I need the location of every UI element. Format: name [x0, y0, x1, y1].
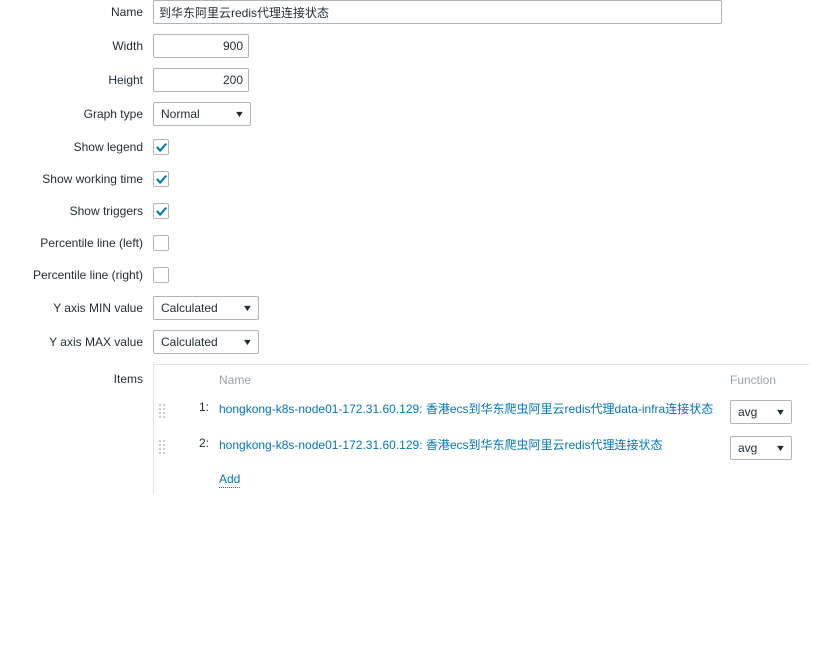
items-table-head: Name Function	[154, 365, 809, 394]
field-row-width: Width	[0, 34, 822, 58]
item-function-select[interactable]: avg ▼	[730, 436, 792, 460]
label-width: Width	[112, 39, 143, 53]
field-width	[153, 34, 822, 58]
field-row-name: Name	[0, 0, 822, 24]
field-show-triggers	[153, 200, 822, 220]
show-working-time-checkbox[interactable]	[153, 171, 169, 187]
chevron-down-icon: ▼	[241, 302, 254, 313]
items-header-handle	[154, 365, 180, 394]
field-percentile-left	[153, 232, 822, 254]
graph-configuration-form: Name Width Height Graph type Normal ▼ Sh…	[0, 0, 822, 494]
item-name-cell: hongkong-k8s-node01-172.31.60.129: 香港ecs…	[214, 430, 725, 466]
items-header-name: Name	[219, 373, 252, 387]
field-name	[153, 0, 822, 24]
items-header-num	[180, 365, 214, 394]
label-y-axis-min: Y axis MIN value	[53, 301, 143, 315]
show-triggers-checkbox[interactable]	[153, 203, 169, 219]
drag-handle-icon[interactable]	[159, 440, 169, 454]
field-row-y-axis-min: Y axis MIN value Calculated ▼	[0, 296, 822, 320]
check-icon	[155, 174, 167, 184]
items-table: Name Function 1: hongkong-k8s-node01-172…	[154, 365, 809, 494]
field-row-percentile-right: Percentile line (right)	[0, 264, 822, 286]
y-axis-max-value: Calculated	[161, 335, 218, 349]
chevron-down-icon: ▼	[774, 406, 787, 417]
label-name: Name	[110, 5, 143, 19]
field-row-percentile-left: Percentile line (left)	[0, 232, 822, 254]
label-show-legend: Show legend	[73, 140, 143, 154]
item-index: 1:	[198, 400, 209, 414]
table-row: 2: hongkong-k8s-node01-172.31.60.129: 香港…	[154, 430, 809, 466]
label-show-working-time: Show working time	[42, 172, 143, 186]
chevron-down-icon: ▼	[774, 442, 787, 453]
add-item-link[interactable]: Add	[219, 472, 241, 488]
graph-type-select[interactable]: Normal ▼	[153, 102, 251, 126]
field-row-graph-type: Graph type Normal ▼	[0, 102, 822, 126]
item-function-value: avg	[738, 441, 758, 455]
field-row-height: Height	[0, 68, 822, 92]
add-spacer-handle	[154, 466, 180, 494]
item-index: 2:	[198, 436, 209, 450]
item-function-cell: avg ▼	[725, 394, 809, 430]
field-row-show-legend: Show legend	[0, 136, 822, 158]
y-axis-min-select[interactable]: Calculated ▼	[153, 296, 259, 320]
label-percentile-left: Percentile line (left)	[40, 236, 143, 250]
add-spacer-num	[180, 466, 214, 494]
items-header-function: Function	[730, 373, 777, 387]
item-handle-cell	[154, 430, 180, 466]
field-graph-type: Normal ▼	[153, 102, 822, 126]
item-name-cell: hongkong-k8s-node01-172.31.60.129: 香港ecs…	[214, 394, 725, 430]
items-add-row: Add	[154, 466, 809, 494]
field-row-show-triggers: Show triggers	[0, 200, 822, 222]
field-row-show-working-time: Show working time	[0, 168, 822, 190]
add-item-cell: Add	[214, 466, 809, 494]
item-handle-cell	[154, 394, 180, 430]
label-percentile-right: Percentile line (right)	[32, 268, 143, 282]
name-input[interactable]	[153, 0, 722, 24]
field-row-y-axis-max: Y axis MAX value Calculated ▼	[0, 330, 822, 354]
field-y-axis-max: Calculated ▼	[153, 330, 822, 354]
field-show-legend	[153, 136, 822, 156]
label-y-axis-max: Y axis MAX value	[49, 335, 143, 349]
drag-handle-icon[interactable]	[159, 404, 169, 418]
item-name-link[interactable]: hongkong-k8s-node01-172.31.60.129: 香港ecs…	[219, 436, 720, 454]
check-icon	[155, 206, 167, 216]
item-function-cell: avg ▼	[725, 430, 809, 466]
chevron-down-icon: ▼	[233, 108, 246, 119]
field-row-items: Items Name Function 1: hongkong-k8s-node…	[0, 364, 822, 494]
label-graph-type: Graph type	[83, 107, 143, 121]
height-input[interactable]	[153, 68, 249, 92]
items-table-body: 1: hongkong-k8s-node01-172.31.60.129: 香港…	[154, 394, 809, 494]
field-items: Name Function 1: hongkong-k8s-node01-172…	[153, 364, 822, 494]
y-axis-max-select[interactable]: Calculated ▼	[153, 330, 259, 354]
show-legend-checkbox[interactable]	[153, 139, 169, 155]
items-header-row: Name Function	[154, 365, 809, 394]
y-axis-min-value: Calculated	[161, 301, 218, 315]
percentile-right-checkbox[interactable]	[153, 267, 169, 283]
item-function-select[interactable]: avg ▼	[730, 400, 792, 424]
label-height: Height	[108, 73, 143, 87]
field-show-working-time	[153, 168, 822, 188]
check-icon	[155, 142, 167, 152]
graph-type-value: Normal	[161, 107, 200, 121]
percentile-left-checkbox[interactable]	[153, 235, 169, 251]
chevron-down-icon: ▼	[241, 336, 254, 347]
width-input[interactable]	[153, 34, 249, 58]
field-percentile-right	[153, 264, 822, 286]
item-function-value: avg	[738, 405, 758, 419]
item-name-link[interactable]: hongkong-k8s-node01-172.31.60.129: 香港ecs…	[219, 400, 720, 418]
field-height	[153, 68, 822, 92]
table-row: 1: hongkong-k8s-node01-172.31.60.129: 香港…	[154, 394, 809, 430]
field-y-axis-min: Calculated ▼	[153, 296, 822, 320]
label-items: Items	[113, 372, 143, 386]
items-table-container: Name Function 1: hongkong-k8s-node01-172…	[153, 364, 809, 494]
label-show-triggers: Show triggers	[69, 204, 143, 218]
